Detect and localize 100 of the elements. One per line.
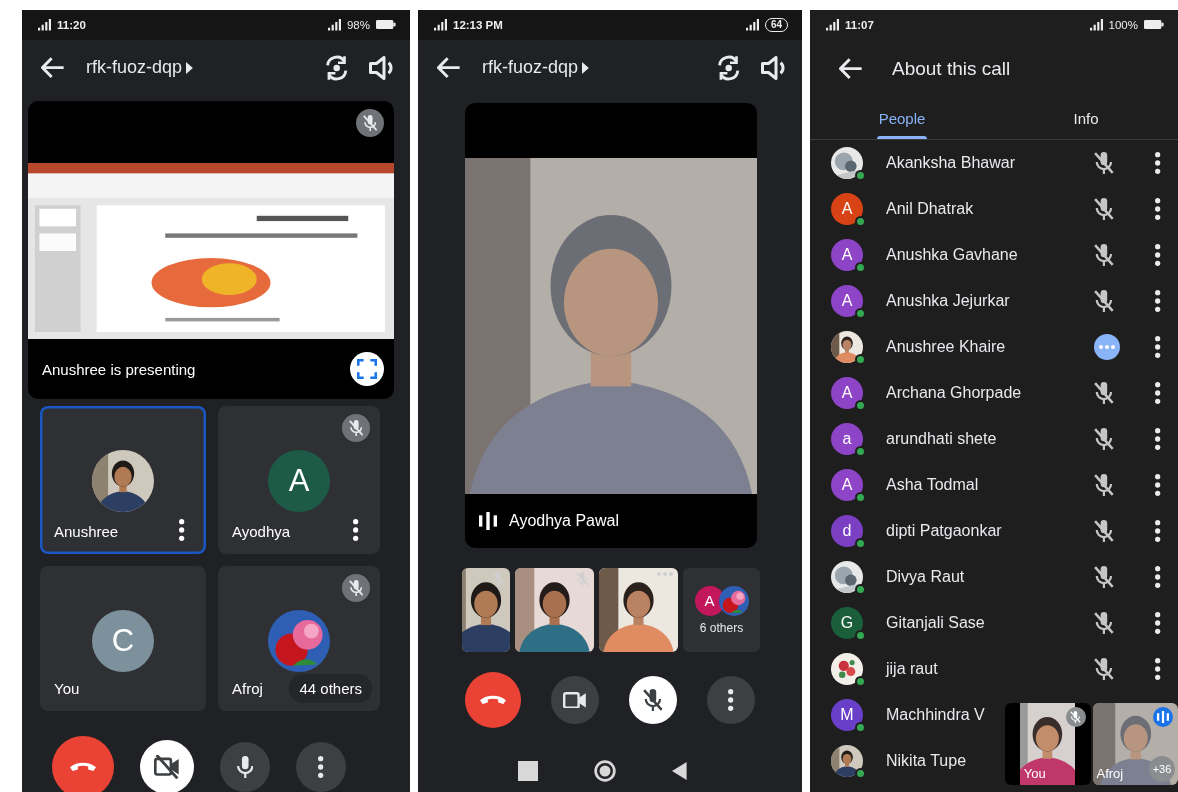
signal-icon bbox=[327, 19, 341, 31]
avatar: A bbox=[831, 377, 863, 409]
participant-tile[interactable]: Afroj 44 others bbox=[218, 566, 380, 711]
signal-icon bbox=[1089, 19, 1103, 31]
battery-icon bbox=[1144, 20, 1164, 30]
microphone-button[interactable] bbox=[220, 742, 270, 792]
online-dot bbox=[855, 400, 866, 411]
mic-off-icon bbox=[1094, 290, 1114, 312]
online-dot bbox=[855, 584, 866, 595]
mic-off-icon bbox=[1094, 428, 1114, 450]
participant-name[interactable]: Anushka Gavhane bbox=[886, 246, 1018, 264]
mic-off-icon bbox=[1094, 658, 1114, 680]
presenter-caption: Anushree is presenting bbox=[42, 360, 196, 378]
camera-off-icon bbox=[154, 754, 180, 780]
square-icon bbox=[518, 761, 538, 781]
more-options-button[interactable] bbox=[296, 742, 346, 792]
avatar: A bbox=[831, 239, 863, 271]
back-arrow-icon bbox=[839, 58, 863, 80]
camera-button[interactable] bbox=[551, 676, 599, 724]
mic-off-icon bbox=[1094, 152, 1114, 174]
microphone-button[interactable] bbox=[629, 676, 677, 724]
participant-name: Afroj bbox=[232, 680, 263, 697]
more-options-button[interactable] bbox=[707, 676, 755, 724]
online-dot bbox=[855, 722, 866, 733]
participant-name[interactable]: Divya Raut bbox=[886, 568, 965, 586]
mic-off-icon bbox=[1094, 244, 1114, 266]
dots-icon bbox=[1099, 345, 1115, 349]
online-dot bbox=[855, 216, 866, 227]
tab[interactable]: Info bbox=[994, 98, 1178, 139]
caret-icon bbox=[186, 61, 193, 74]
avatar: d bbox=[831, 515, 863, 547]
fullscreen-button[interactable] bbox=[350, 352, 384, 386]
mic-off-icon bbox=[1070, 711, 1081, 723]
participant-name: Anushree bbox=[54, 523, 119, 540]
participant-name[interactable]: Anushree Khaire bbox=[886, 338, 1006, 356]
avatar: M bbox=[831, 699, 863, 731]
avatar: a bbox=[831, 423, 863, 455]
mic-off-icon bbox=[643, 689, 663, 711]
video-tile[interactable]: You bbox=[1005, 703, 1091, 785]
mic-off-icon bbox=[348, 580, 364, 596]
online-dot bbox=[855, 308, 866, 319]
speaker-icon bbox=[369, 55, 393, 80]
participant-name[interactable]: jija raut bbox=[886, 660, 938, 678]
back-triangle-icon bbox=[672, 762, 687, 780]
phone-icon bbox=[480, 695, 506, 705]
others-tile[interactable]: A 6 others bbox=[683, 568, 760, 652]
online-dot bbox=[855, 170, 866, 181]
participant-name[interactable]: dipti Patgaonkar bbox=[886, 522, 1002, 540]
more-icon bbox=[1155, 382, 1161, 404]
more-icon bbox=[1155, 474, 1161, 496]
tab[interactable]: People bbox=[810, 98, 994, 139]
speaker-icon bbox=[761, 55, 785, 80]
battery-percent: 100% bbox=[1108, 19, 1138, 31]
mic-off-icon bbox=[576, 572, 589, 586]
home-button[interactable] bbox=[594, 760, 616, 782]
participant-tile[interactable]: Anushree bbox=[40, 406, 206, 554]
more-icon bbox=[318, 756, 324, 778]
phone-icon bbox=[70, 762, 96, 772]
back-arrow-icon bbox=[437, 56, 461, 79]
participant-name[interactable]: Machhindra V bbox=[886, 706, 985, 724]
others-count: 6 others bbox=[699, 620, 744, 635]
end-call-button[interactable] bbox=[52, 736, 114, 792]
screen-title: About this call bbox=[892, 58, 1011, 80]
end-call-button[interactable] bbox=[465, 672, 521, 728]
participant-name: Ayodhya bbox=[232, 523, 291, 540]
mic-off-icon bbox=[362, 115, 378, 131]
meeting-code-button[interactable]: rfk-fuoz-dqp bbox=[86, 57, 193, 78]
more-icon bbox=[179, 519, 185, 541]
video-tile[interactable]: Afroj +36 bbox=[1092, 703, 1178, 785]
participant-tile[interactable]: A Ayodhya bbox=[218, 406, 380, 554]
participant-name[interactable]: Akanksha Bhawar bbox=[886, 154, 1015, 172]
online-dot bbox=[855, 630, 866, 641]
status-time: 12:13 PM bbox=[453, 19, 503, 31]
participant-name[interactable]: Gitanjali Sase bbox=[886, 614, 985, 632]
mic-off-icon bbox=[1094, 198, 1114, 220]
switch-camera-icon bbox=[325, 54, 349, 81]
more-icon bbox=[1155, 658, 1161, 680]
meeting-code-button[interactable]: rfk-fuoz-dqp bbox=[482, 57, 589, 78]
others-count[interactable]: 44 others bbox=[289, 674, 372, 703]
participant-name: Afroj bbox=[1096, 766, 1124, 781]
participant-name[interactable]: Anushka Jejurkar bbox=[886, 292, 1010, 310]
avatar: A bbox=[831, 469, 863, 501]
avatar: C bbox=[92, 610, 154, 672]
camera-button[interactable] bbox=[140, 740, 194, 792]
participant-name[interactable]: Anil Dhatrak bbox=[886, 200, 974, 218]
signal-icon bbox=[38, 19, 51, 31]
participant-tile[interactable]: C You bbox=[40, 566, 206, 711]
participant-name[interactable]: arundhati shete bbox=[886, 430, 997, 448]
participant-name[interactable]: Nikita Tupe bbox=[886, 752, 967, 770]
signal-icon bbox=[745, 19, 759, 31]
participant-name[interactable]: Asha Todmal bbox=[886, 476, 979, 494]
status-time: 11:20 bbox=[57, 19, 86, 31]
signal-icon bbox=[826, 19, 839, 31]
back-button[interactable] bbox=[672, 762, 687, 780]
participant-name[interactable]: Archana Ghorpade bbox=[886, 384, 1022, 402]
more-icon bbox=[1155, 566, 1161, 588]
avatar: A bbox=[831, 285, 863, 317]
mic-off-icon bbox=[1094, 566, 1114, 588]
online-dot bbox=[855, 354, 866, 365]
online-dot bbox=[855, 492, 866, 503]
